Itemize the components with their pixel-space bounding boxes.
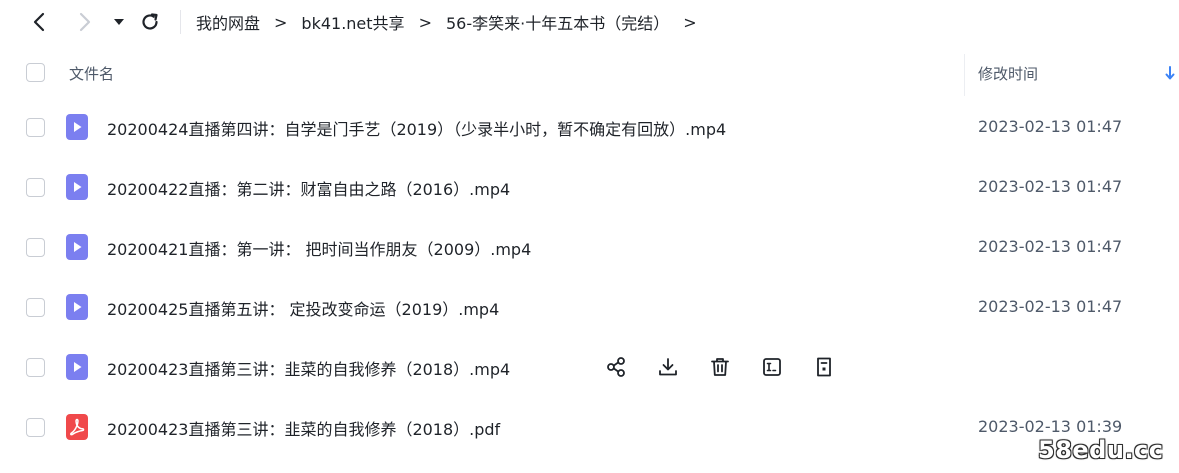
chevron-right-icon [79, 12, 91, 32]
breadcrumb-separator[interactable]: > [683, 13, 696, 32]
download-icon [659, 358, 677, 376]
row-action-bar [602, 353, 838, 381]
file-row[interactable]: 20200422直播：第二讲：财富自由之路（2016）.mp4 2023-02-… [0, 157, 1179, 217]
row-checkbox[interactable] [26, 418, 45, 437]
file-row-hovered[interactable]: 20200423直播第三讲：韭菜的自我修养（2018）.mp4 [0, 337, 1179, 397]
caret-down-icon [114, 19, 124, 25]
row-checkbox[interactable] [26, 178, 45, 197]
column-divider [964, 54, 965, 96]
file-row[interactable]: 20200421直播：第一讲： 把时间当作朋友（2009）.mp4 2023-0… [0, 217, 1179, 277]
video-file-icon [66, 234, 88, 260]
video-file-icon [66, 114, 88, 140]
back-button[interactable] [25, 8, 53, 36]
file-table-header: 文件名 修改时间 [0, 50, 1179, 96]
select-all-checkbox[interactable] [26, 63, 45, 82]
breadcrumb-item-my-drive[interactable]: 我的网盘 [196, 10, 260, 34]
pdf-file-icon [66, 414, 88, 440]
row-checkbox[interactable] [26, 238, 45, 257]
file-modified-time: 2023-02-13 01:47 [978, 117, 1123, 136]
rename-icon [763, 358, 781, 376]
refresh-icon [142, 13, 158, 30]
file-name[interactable]: 20200424直播第四讲：自学是门手艺（2019）（少录半小时，暂不确定有回放… [107, 116, 726, 140]
download-button[interactable] [654, 353, 682, 381]
history-dropdown-button[interactable] [105, 8, 133, 36]
breadcrumb-separator: > [274, 12, 288, 32]
file-modified-time: 2023-02-13 01:39 [978, 417, 1123, 436]
share-button[interactable] [602, 353, 630, 381]
refresh-button[interactable] [136, 8, 164, 36]
breadcrumb: 我的网盘 > bk41.net共享 > 56-李笑来·十年五本书（完结） > [196, 0, 711, 44]
video-file-icon [66, 354, 88, 380]
details-button[interactable] [810, 353, 838, 381]
breadcrumb-item-share[interactable]: bk41.net共享 [301, 10, 404, 34]
watermark-text: 58edu.cc [1038, 436, 1164, 464]
breadcrumb-item-current-folder[interactable]: 56-李笑来·十年五本书（完结） [446, 10, 669, 34]
column-header-filename[interactable]: 文件名 [69, 63, 114, 84]
file-row[interactable]: 20200424直播第四讲：自学是门手艺（2019）（少录半小时，暂不确定有回放… [0, 97, 1179, 157]
row-checkbox[interactable] [26, 118, 45, 137]
row-checkbox[interactable] [26, 298, 45, 317]
file-modified-time: 2023-02-13 01:47 [978, 177, 1123, 196]
delete-icon [711, 358, 729, 376]
video-file-icon [66, 294, 88, 320]
video-file-icon [66, 174, 88, 200]
chevron-left-icon [33, 12, 45, 32]
rename-button[interactable] [758, 353, 786, 381]
file-name[interactable]: 20200422直播：第二讲：财富自由之路（2016）.mp4 [107, 176, 510, 200]
file-modified-time: 2023-02-13 01:47 [978, 297, 1123, 316]
row-checkbox[interactable] [26, 358, 45, 377]
forward-button[interactable] [71, 8, 99, 36]
file-name[interactable]: 20200421直播：第一讲： 把时间当作朋友（2009）.mp4 [107, 236, 531, 260]
file-row[interactable]: 20200423直播第三讲：韭菜的自我修养（2018）.pdf 2023-02-… [0, 397, 1179, 457]
breadcrumb-separator: > [418, 12, 432, 32]
arrow-down-icon[interactable] [1164, 65, 1176, 81]
details-icon [817, 357, 831, 377]
file-name[interactable]: 20200425直播第五讲： 定投改变命运（2019）.mp4 [107, 296, 499, 320]
file-modified-time: 2023-02-13 01:47 [978, 237, 1123, 256]
nav-divider [180, 10, 181, 34]
file-row[interactable]: 20200425直播第五讲： 定投改变命运（2019）.mp4 2023-02-… [0, 277, 1179, 337]
share-icon [607, 357, 625, 377]
file-name[interactable]: 20200423直播第三讲：韭菜的自我修养（2018）.pdf [107, 416, 500, 440]
file-name[interactable]: 20200423直播第三讲：韭菜的自我修养（2018）.mp4 [107, 356, 510, 380]
navigation-bar: 我的网盘 > bk41.net共享 > 56-李笑来·十年五本书（完结） > [0, 0, 1179, 44]
delete-button[interactable] [706, 353, 734, 381]
column-header-modified-time[interactable]: 修改时间 [978, 63, 1038, 84]
